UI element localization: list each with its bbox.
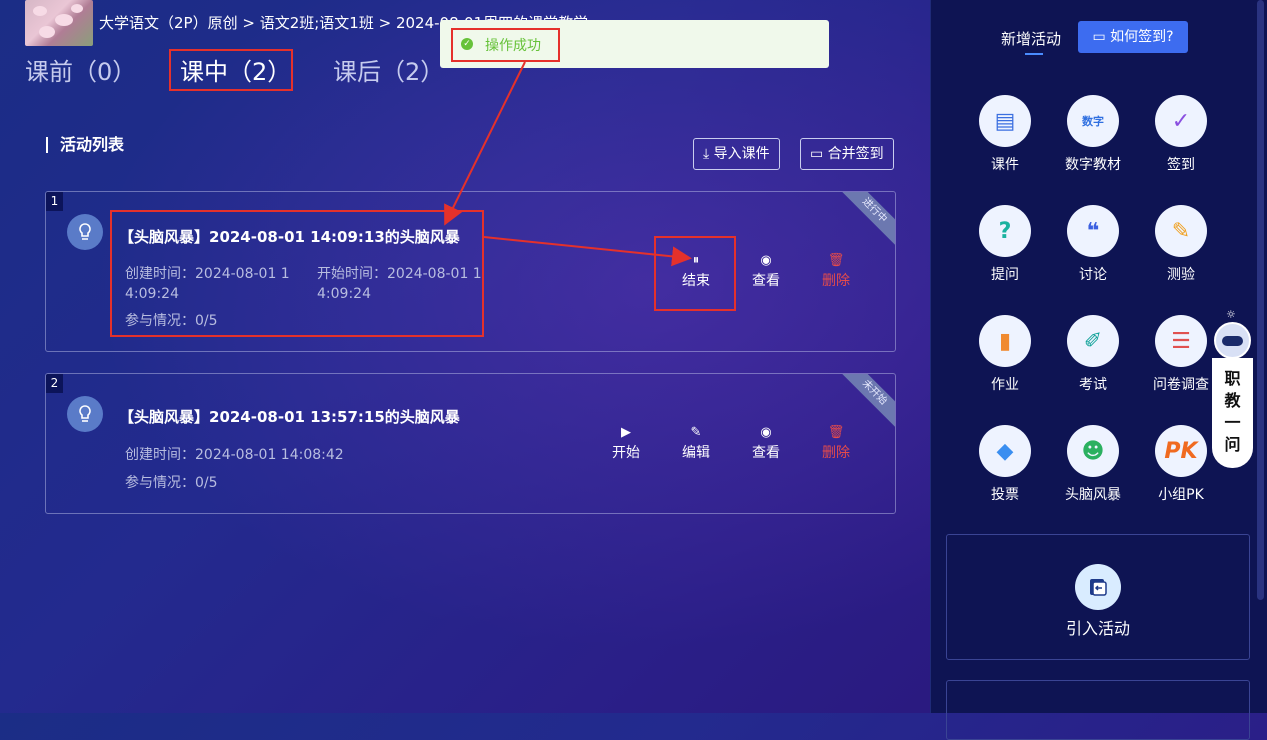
delete-button[interactable]: 🗑 删除 bbox=[816, 424, 856, 462]
delete-button[interactable]: 🗑 删除 bbox=[816, 252, 856, 290]
eye-icon: ◉ bbox=[760, 253, 772, 268]
checkin-icon: ✓ bbox=[1155, 95, 1207, 147]
question-icon: ? bbox=[979, 205, 1031, 257]
merge-checkin-button[interactable]: ▭ 合并签到 bbox=[800, 138, 894, 170]
annotation-box-toast bbox=[451, 28, 560, 62]
annotation-arrows bbox=[444, 61, 692, 267]
trash-icon: 🗑 bbox=[827, 253, 845, 268]
activity-type-label: 小组PK bbox=[1158, 487, 1204, 503]
vote-icon: ◆ bbox=[979, 425, 1031, 477]
activity-type-label: 头脑风暴 bbox=[1065, 487, 1121, 503]
created-time: 创建时间：2024-08-01 14:08:42 bbox=[125, 447, 344, 463]
tab-pre-class[interactable]: 课前（0） bbox=[25, 52, 136, 87]
activity-title[interactable]: 【头脑风暴】2024-08-01 13:57:15的头脑风暴 bbox=[119, 406, 460, 427]
status-ribbon: 进行中 bbox=[835, 192, 895, 250]
activity-type-label: 作业 bbox=[991, 377, 1019, 393]
lightbulb-icon bbox=[67, 396, 103, 432]
panel-card bbox=[946, 680, 1250, 740]
activity-index: 1 bbox=[46, 192, 63, 211]
activity-card: 2 未开始 【头脑风暴】2024-08-01 13:57:15的头脑风暴 创建时… bbox=[45, 373, 896, 514]
download-icon: ⤓ bbox=[703, 146, 710, 162]
trash-icon: 🗑 bbox=[827, 425, 845, 440]
activity-type-label: 课件 bbox=[991, 157, 1019, 173]
video-icon: ▭ bbox=[1092, 29, 1106, 45]
annotation-box-activity bbox=[110, 210, 484, 337]
pencil-icon: ✎ bbox=[690, 425, 702, 440]
activity-list-title: 活动列表 bbox=[46, 137, 124, 153]
import-activity-button[interactable]: 引入活动 bbox=[946, 534, 1250, 660]
robot-icon bbox=[1214, 322, 1251, 359]
activity-type-label: 提问 bbox=[991, 267, 1019, 283]
course-thumbnail bbox=[25, 0, 93, 46]
assistant-label: 职 教 一 问 bbox=[1212, 358, 1253, 468]
ai-assistant-widget[interactable]: ☼ 职 教 一 问 bbox=[1212, 308, 1253, 470]
tab-post-class[interactable]: 课后（2） bbox=[333, 52, 444, 87]
view-button[interactable]: ◉ 查看 bbox=[746, 424, 786, 462]
edit-button[interactable]: ✎ 编辑 bbox=[676, 424, 716, 462]
import-courseware-label: 导入课件 bbox=[713, 146, 770, 162]
activity-type-discussion[interactable]: ❝ 讨论 bbox=[1049, 205, 1137, 284]
discussion-icon: ❝ bbox=[1067, 205, 1119, 257]
how-to-checkin-button[interactable]: ▭ 如何签到? bbox=[1078, 21, 1188, 53]
panel-scrollbar[interactable] bbox=[1257, 0, 1264, 600]
import-courseware-button[interactable]: ⤓ 导入课件 bbox=[693, 138, 780, 170]
activity-index: 2 bbox=[46, 374, 63, 393]
participation: 参与情况：0/5 bbox=[125, 475, 218, 491]
start-button[interactable]: ▶ 开始 bbox=[606, 424, 646, 462]
brainstorm-icon: ☻ bbox=[1067, 425, 1119, 477]
merge-checkin-label: 合并签到 bbox=[827, 146, 884, 162]
status-ribbon: 未开始 bbox=[835, 374, 895, 432]
activity-type-digital-textbook[interactable]: 数字 数字教材 bbox=[1049, 95, 1137, 174]
activity-type-courseware[interactable]: ▤ 课件 bbox=[961, 95, 1049, 174]
activity-type-checkin[interactable]: ✓ 签到 bbox=[1137, 95, 1225, 174]
courseware-icon: ▤ bbox=[979, 95, 1031, 147]
group-pk-icon: PK bbox=[1155, 425, 1207, 477]
activity-type-label: 签到 bbox=[1167, 157, 1195, 173]
activity-type-label: 投票 bbox=[991, 487, 1019, 503]
quiz-icon: ✎ bbox=[1155, 205, 1207, 257]
exam-icon: ✐ bbox=[1067, 315, 1119, 367]
activity-type-label: 数字教材 bbox=[1065, 157, 1121, 173]
activity-type-homework[interactable]: ▮ 作业 bbox=[961, 315, 1049, 394]
annotation-box-end bbox=[654, 236, 736, 311]
activity-type-label: 讨论 bbox=[1079, 267, 1107, 283]
survey-icon: ☰ bbox=[1155, 315, 1207, 367]
digital-textbook-icon: 数字 bbox=[1067, 95, 1119, 147]
activity-type-label: 测验 bbox=[1167, 267, 1195, 283]
view-button[interactable]: ◉ 查看 bbox=[746, 252, 786, 290]
activity-type-brainstorm[interactable]: ☻ 头脑风暴 bbox=[1049, 425, 1137, 504]
play-icon: ▶ bbox=[621, 425, 631, 440]
lightbulb-icon bbox=[67, 214, 103, 250]
homework-icon: ▮ bbox=[979, 315, 1031, 367]
activity-type-exam[interactable]: ✐ 考试 bbox=[1049, 315, 1137, 394]
annotation-box-tab bbox=[169, 49, 293, 91]
activity-type-question[interactable]: ? 提问 bbox=[961, 205, 1049, 284]
panel-title: 新增活动 bbox=[1001, 28, 1061, 55]
eye-icon: ◉ bbox=[760, 425, 772, 440]
activity-type-quiz[interactable]: ✎ 测验 bbox=[1137, 205, 1225, 284]
import-activity-label: 引入活动 bbox=[1065, 619, 1130, 638]
main-area: 大学语文（2P）原创 > 语文2班;语文1班 > 2024-08-01周四的课堂… bbox=[0, 0, 930, 713]
import-icon bbox=[1075, 564, 1121, 610]
sparkle-icon: ☼ bbox=[1226, 308, 1236, 321]
stack-icon: ▭ bbox=[810, 146, 824, 162]
activity-type-label: 考试 bbox=[1079, 377, 1107, 393]
activity-type-vote[interactable]: ◆ 投票 bbox=[961, 425, 1049, 504]
